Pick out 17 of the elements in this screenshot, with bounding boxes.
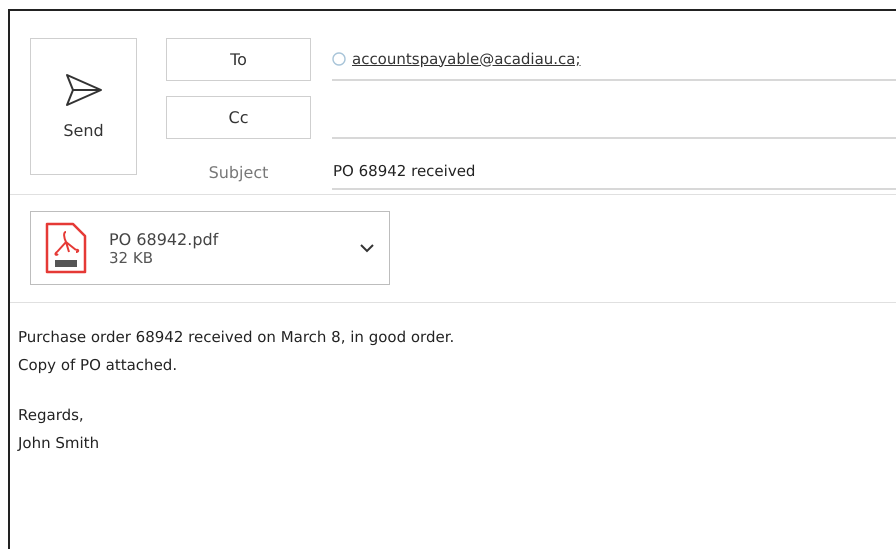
send-icon (64, 73, 102, 107)
attachment-name: PO 68942.pdf (109, 230, 220, 248)
body-text-line: John Smith (18, 433, 100, 454)
attachment-card[interactable]: PO 68942.pdf 32 KB (30, 211, 390, 285)
body-text-line: Regards, (18, 405, 85, 426)
chevron-down-icon[interactable] (359, 243, 375, 253)
attachment-size: 32 KB (109, 248, 154, 266)
body-text-line: Copy of PO attached. (18, 355, 178, 376)
recipient-button[interactable]: To (166, 38, 311, 81)
recipient-button[interactable]: Cc (166, 96, 311, 139)
subject-label: Subject (208, 162, 270, 182)
recipient-field[interactable]: accountspayable@acadiau.ca; (332, 38, 896, 81)
pdf-file-icon (45, 222, 87, 274)
status-circle-icon (332, 52, 346, 66)
body-text-line: Purchase order 68942 received on March 8, in good order. (18, 327, 456, 348)
send-button[interactable]: Send (30, 38, 137, 175)
recipient-address[interactable]: accountspayable@acadiau.ca; (352, 50, 581, 68)
